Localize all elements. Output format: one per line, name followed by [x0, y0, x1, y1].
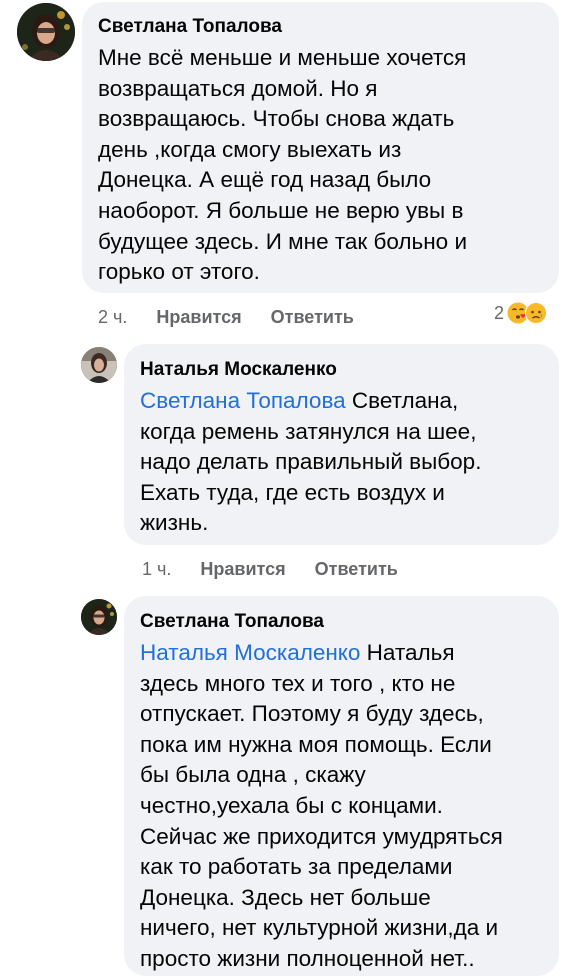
- comment-author[interactable]: Наталья Москаленко: [140, 358, 541, 382]
- avatar-photo: [81, 347, 117, 383]
- reaction-count: 2: [494, 302, 505, 323]
- reply-button[interactable]: Ответить: [271, 307, 354, 327]
- avatar[interactable]: [17, 3, 75, 61]
- avatar-photo: [81, 599, 117, 635]
- like-button[interactable]: Нравится: [156, 307, 241, 327]
- sad-face-icon: [525, 302, 548, 324]
- avatar[interactable]: [81, 347, 117, 383]
- comment-author[interactable]: Светлана Топалова: [98, 15, 541, 39]
- reply-bubble: Светлана Топалова Наталья Москаленко Нат…: [124, 596, 559, 976]
- reactions-summary[interactable]: 2: [494, 302, 548, 324]
- comment-actions: 1 ч. Нравится Ответить: [142, 558, 398, 580]
- mention-link[interactable]: Наталья Москаленко: [140, 640, 360, 665]
- comment-text: Светлана Топалова Светлана, когда ремень…: [140, 386, 541, 539]
- comment-text: Наталья Москаленко Наталья здесь много т…: [140, 638, 541, 975]
- reply-button[interactable]: Ответить: [315, 559, 398, 579]
- comment-actions: 2 ч. Нравится Ответить: [98, 306, 354, 328]
- mention-link[interactable]: Светлана Топалова: [140, 388, 346, 413]
- avatar-photo: [17, 3, 75, 61]
- comment-author[interactable]: Светлана Топалова: [140, 610, 541, 634]
- comment-time[interactable]: 2 ч.: [98, 307, 127, 327]
- comment-body: Наталья здесь много тех и того , кто не …: [140, 640, 503, 971]
- comment-time[interactable]: 1 ч.: [142, 559, 171, 579]
- comment-text: Мне всё меньше и меньше хочется возвраща…: [98, 45, 468, 285]
- avatar[interactable]: [81, 599, 117, 635]
- like-button[interactable]: Нравится: [200, 559, 285, 579]
- reply-bubble: Наталья Москаленко Светлана Топалова Све…: [124, 344, 559, 545]
- comment-bubble: Светлана Топалова Мне всё меньше и меньш…: [82, 2, 559, 293]
